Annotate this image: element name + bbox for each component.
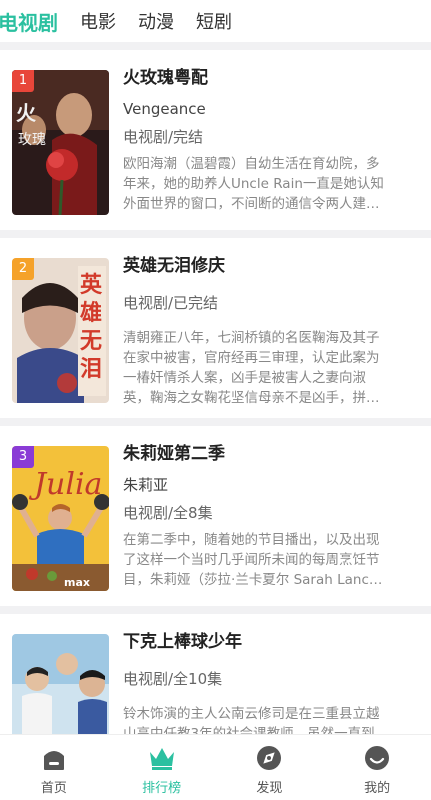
- list-item[interactable]: 火 玫瑰 1 火玫瑰粤配 Vengeance 电视剧/完结 欧阳海潮（温碧霞）自…: [0, 50, 431, 230]
- item-description: 在第二季中，随着她的节目播出，以及出现 了这样一个当时几乎闻所未闻的每周烹饪节 …: [123, 532, 383, 588]
- item-subtitle: 朱莉亚: [123, 476, 169, 494]
- svg-text:玫瑰: 玫瑰: [18, 132, 46, 148]
- poster-image[interactable]: 英 雄 无 泪 2: [12, 258, 109, 403]
- tab-tv-series[interactable]: 电视剧: [0, 7, 58, 36]
- svg-text:无: 无: [80, 328, 102, 354]
- nav-home[interactable]: 首页: [0, 735, 108, 800]
- nav-profile[interactable]: 我的: [323, 735, 431, 800]
- list-item[interactable]: Julia max 3 朱莉娅第二季 朱莉亚 电视剧/全8集 在第二季中，随着她…: [0, 426, 431, 606]
- crown-icon: [147, 743, 177, 773]
- svg-text:max: max: [64, 576, 90, 589]
- profile-icon: [362, 743, 392, 773]
- list-item[interactable]: 英 雄 无 泪 2 英雄无泪修庆 电视剧/已完结 清朝雍正八年，七涧桥镇的名医鞠…: [0, 238, 431, 418]
- svg-text:火: 火: [16, 101, 37, 125]
- category-tabs: 电视剧 电影 动漫 短剧: [0, 0, 431, 42]
- item-description: 清朝雍正八年，七涧桥镇的名医鞠海及其子 在家中被害，官府经再三审理，认定此案为 …: [123, 330, 380, 406]
- rank-badge: 2: [12, 258, 34, 280]
- item-meta: 电视剧/完结: [123, 128, 204, 146]
- rank-badge: 1: [12, 70, 34, 92]
- item-meta: 电视剧/已完结: [123, 294, 219, 312]
- nav-ranking[interactable]: 排行榜: [108, 735, 216, 800]
- tab-anime[interactable]: 动漫: [138, 8, 174, 34]
- home-icon: [39, 743, 69, 773]
- svg-text:英: 英: [80, 272, 103, 298]
- item-title[interactable]: 英雄无泪修庆: [123, 254, 431, 278]
- poster-image[interactable]: 火 玫瑰 1: [12, 70, 109, 215]
- rank-badge: 3: [12, 446, 34, 468]
- svg-text:Julia: Julia: [28, 467, 102, 502]
- tab-movies[interactable]: 电影: [80, 8, 116, 34]
- nav-label: 发现: [256, 781, 283, 796]
- item-meta: 电视剧/全10集: [123, 670, 223, 688]
- nav-label: 排行榜: [142, 781, 182, 796]
- nav-discover[interactable]: 发现: [216, 735, 324, 800]
- item-subtitle: Vengeance: [123, 100, 206, 118]
- item-description: 欧阳海潮（温碧霞）自幼生活在育幼院，多 年来，她的助养人Uncle Rain一直…: [123, 156, 384, 212]
- svg-text:泪: 泪: [80, 356, 102, 382]
- discover-icon: [254, 743, 284, 773]
- svg-text:雄: 雄: [79, 300, 102, 326]
- item-title[interactable]: 下克上棒球少年: [123, 630, 431, 654]
- item-title[interactable]: 火玫瑰粤配: [123, 66, 431, 90]
- nav-label: 首页: [40, 781, 67, 796]
- poster-image[interactable]: Julia max 3: [12, 446, 109, 591]
- item-title[interactable]: 朱莉娅第二季: [123, 442, 431, 466]
- tab-short-drama[interactable]: 短剧: [196, 8, 232, 34]
- nav-label: 我的: [364, 781, 391, 796]
- bottom-nav: 首页 排行榜 发现 我的: [0, 734, 431, 800]
- item-meta: 电视剧/全8集: [123, 504, 213, 522]
